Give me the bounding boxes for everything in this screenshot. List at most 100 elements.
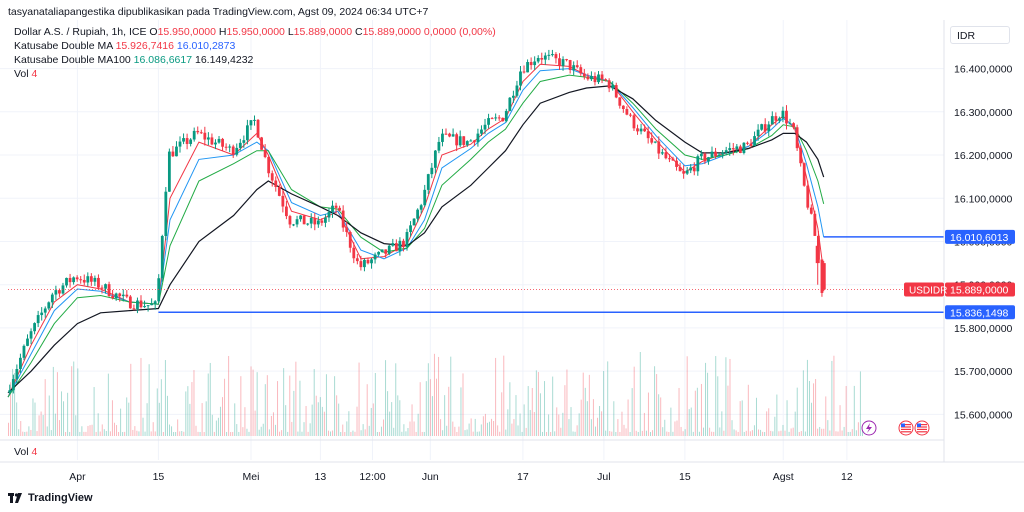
volume-bar [796,387,798,436]
candle-body [402,240,405,248]
volume-bar [95,431,97,436]
volume-bar [623,424,625,436]
event-icons[interactable] [861,420,930,436]
x-tick-label: 12 [841,471,853,483]
volume-bar [537,372,539,436]
volume-bar [258,429,260,436]
ma1-legend[interactable]: Katusabe Double MA 15.926,7416 16.010,28… [14,40,235,52]
volume-bar [486,422,488,436]
chart-canvas[interactable]: 15.600,000015.700,000015.800,000015.900,… [0,0,1024,512]
volume-bar [325,374,327,436]
volume-bar [711,431,713,436]
volume-bar [54,413,56,436]
volume-bar [682,431,684,436]
candle-body [632,115,636,129]
volume-bar [252,369,254,436]
volume-bar [454,426,456,436]
volume-bar [87,425,89,436]
candle-body [767,124,771,132]
candle-body [728,148,732,151]
candle-body [373,254,377,260]
volume-bar [472,431,474,436]
volume-bar [664,419,666,436]
volume-bar [670,407,672,436]
candle-body [416,209,420,219]
volume-legend[interactable]: Vol 4 [14,68,37,80]
volume-bar [224,378,226,436]
volume-bar [411,404,413,436]
volume-bar [201,403,203,436]
volume-bar [601,411,603,436]
candle-body [501,117,505,122]
volume-bar [535,370,537,436]
volume-bar [460,387,462,436]
candle-body [295,219,299,225]
candle-body [65,277,68,286]
candle-body [515,85,519,96]
currency-label[interactable]: IDR [950,26,1010,44]
candle-body [320,220,324,223]
volume-bar [723,430,725,436]
candle-body [235,147,239,155]
volume-bar [658,394,660,436]
candle-body [543,55,547,60]
tradingview-logo[interactable]: TradingView [8,492,93,504]
candle-body [735,146,739,150]
volume-bar [128,402,130,436]
candle-body [660,152,664,154]
candle-body [398,240,402,252]
volume-bar [493,421,495,436]
volume-bar [629,431,631,436]
candle-body [689,167,693,171]
volume-bar [729,358,731,436]
volume-bar [132,429,134,436]
volume-bar [440,419,442,436]
volume-bar [531,388,533,436]
volume-bar [466,429,468,436]
flag-stripe [901,428,911,430]
volume-bar [431,396,433,436]
candle-body [480,129,483,134]
volume-bar [827,420,829,436]
horizontal-levels[interactable] [158,236,944,314]
volume-bar [189,403,191,436]
candle-body [572,65,576,70]
volume-bar [309,423,311,436]
volume-bar [442,430,444,436]
x-tick-label: 13 [315,471,327,483]
candle-body [19,357,22,370]
volume-bar [647,392,649,436]
candle-body [228,146,232,148]
volume-bar [236,424,238,436]
candle-body [419,205,423,210]
volume-bar [851,429,853,436]
candle-body [476,133,480,143]
volume-bar [784,430,786,436]
volume-bar [507,409,509,436]
volume-bar [468,423,470,436]
volume-bar [831,360,833,436]
volume-bar [50,430,52,436]
volume-bar [158,402,160,436]
volume-bar [676,420,678,436]
volume-bar [474,418,476,436]
candle-body [72,277,76,283]
volume-bar [340,432,342,436]
volume-bar [387,391,389,436]
candle-body [593,76,597,83]
volume-bar [680,426,682,436]
candle-body [551,54,554,56]
volume-bar [301,431,303,436]
volume-bar [709,427,711,436]
volume-bar [346,421,348,436]
volume-bar [107,373,109,436]
volume-pane-legend[interactable]: Vol 4 [14,446,37,458]
volume-bar [63,401,65,436]
volume-bar [44,379,46,436]
ma2-legend[interactable]: Katusabe Double MA100 16.086,6617 16.149… [14,54,253,66]
volume-bar [120,408,122,436]
volume-bar [847,431,849,436]
volume-bar [73,361,75,436]
volume-bar [181,431,183,436]
candle-body [217,138,221,143]
